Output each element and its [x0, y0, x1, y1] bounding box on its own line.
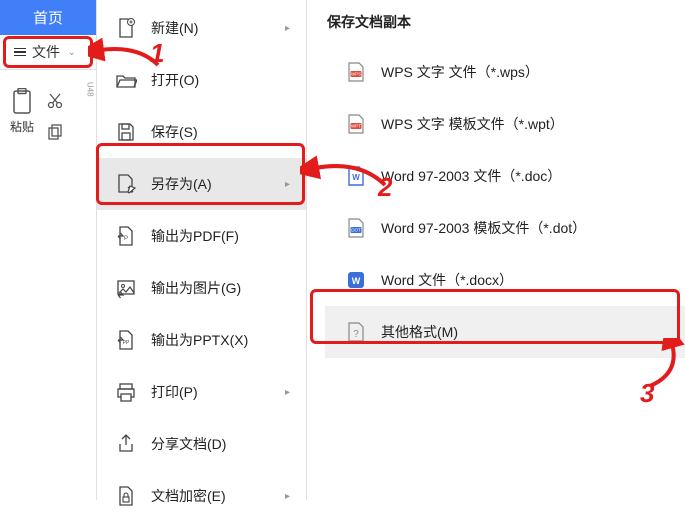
paste-button[interactable]: 粘贴 [10, 88, 34, 135]
format-doc[interactable]: W Word 97-2003 文件（*.doc） [327, 150, 685, 202]
new-file-icon [115, 17, 137, 39]
format-other-label: 其他格式(M) [381, 322, 458, 342]
wps-file-icon: WPS [345, 61, 367, 83]
cut-icon[interactable] [46, 92, 64, 113]
format-wps-label: WPS 文字 文件（*.wps） [381, 62, 539, 82]
format-wpt[interactable]: WPT WPS 文字 模板文件（*.wpt） [327, 98, 685, 150]
vertical-label: U48 [85, 82, 94, 97]
chevron-right-icon: ▸ [285, 179, 290, 190]
copy-icon[interactable] [46, 123, 64, 144]
svg-text:W: W [352, 276, 361, 286]
format-doc-label: Word 97-2003 文件（*.doc） [381, 166, 561, 186]
menu-saveas[interactable]: 另存为(A) ▸ [97, 158, 306, 210]
format-wps[interactable]: WPS WPS 文字 文件（*.wps） [327, 46, 685, 98]
menu-encrypt-label: 文档加密(E) [151, 486, 226, 506]
menu-image-label: 输出为图片(G) [151, 278, 241, 298]
image-icon [115, 277, 137, 299]
paste-label: 粘贴 [10, 118, 34, 135]
format-docx-label: Word 文件（*.docx） [381, 270, 513, 290]
menu-save-label: 保存(S) [151, 122, 198, 142]
menu-share[interactable]: 分享文档(D) [97, 418, 306, 470]
tab-home-label: 首页 [33, 7, 63, 28]
menu-saveas-label: 另存为(A) [151, 174, 212, 194]
file-menu-button[interactable]: 文件 ⌄ [0, 35, 96, 70]
pptx-icon: PP [115, 329, 137, 351]
wpt-file-icon: WPT [345, 113, 367, 135]
svg-text:WPT: WPT [351, 124, 361, 129]
format-docx[interactable]: W Word 文件（*.docx） [327, 254, 685, 306]
menu-pptx-label: 输出为PPTX(X) [151, 330, 248, 350]
menu-pptx[interactable]: PP 输出为PPTX(X) [97, 314, 306, 366]
saveas-icon [115, 173, 137, 195]
svg-text:?: ? [353, 329, 359, 340]
menu-pdf-label: 输出为PDF(F) [151, 226, 239, 246]
svg-text:P: P [124, 236, 128, 242]
menu-new[interactable]: 新建(N) ▸ [97, 2, 306, 54]
dot-file-icon: DOT [345, 217, 367, 239]
svg-text:PP: PP [123, 340, 130, 346]
share-icon [115, 433, 137, 455]
svg-text:DOT: DOT [351, 228, 361, 233]
menu-new-label: 新建(N) [151, 18, 198, 38]
menu-share-label: 分享文档(D) [151, 434, 226, 454]
format-dot[interactable]: DOT Word 97-2003 模板文件（*.dot） [327, 202, 685, 254]
other-format-icon: ? [345, 321, 367, 343]
docx-file-icon: W [345, 269, 367, 291]
file-menu-label: 文件 [32, 42, 60, 62]
chevron-right-icon: ▸ [285, 387, 290, 398]
clipboard-icon [10, 88, 34, 116]
folder-open-icon [115, 69, 137, 91]
menu-print[interactable]: 打印(P) ▸ [97, 366, 306, 418]
print-icon [115, 381, 137, 403]
format-wpt-label: WPS 文字 模板文件（*.wpt） [381, 114, 564, 134]
hamburger-icon [14, 48, 26, 57]
chevron-down-icon: ⌄ [68, 47, 76, 58]
menu-pdf[interactable]: P 输出为PDF(F) [97, 210, 306, 262]
menu-print-label: 打印(P) [151, 382, 198, 402]
svg-text:WPS: WPS [351, 72, 361, 77]
tab-home[interactable]: 首页 [0, 0, 96, 35]
format-dot-label: Word 97-2003 模板文件（*.dot） [381, 218, 586, 238]
lock-icon [115, 485, 137, 507]
menu-encrypt[interactable]: 文档加密(E) ▸ [97, 470, 306, 522]
format-other[interactable]: ? 其他格式(M) [325, 306, 685, 358]
pdf-icon: P [115, 225, 137, 247]
menu-open[interactable]: 打开(O) [97, 54, 306, 106]
menu-save[interactable]: 保存(S) [97, 106, 306, 158]
svg-text:W: W [352, 173, 360, 182]
chevron-right-icon: ▸ [285, 23, 290, 34]
doc-file-icon: W [345, 165, 367, 187]
submenu-title: 保存文档副本 [327, 12, 685, 32]
menu-image[interactable]: 输出为图片(G) [97, 262, 306, 314]
save-icon [115, 121, 137, 143]
menu-open-label: 打开(O) [151, 70, 199, 90]
